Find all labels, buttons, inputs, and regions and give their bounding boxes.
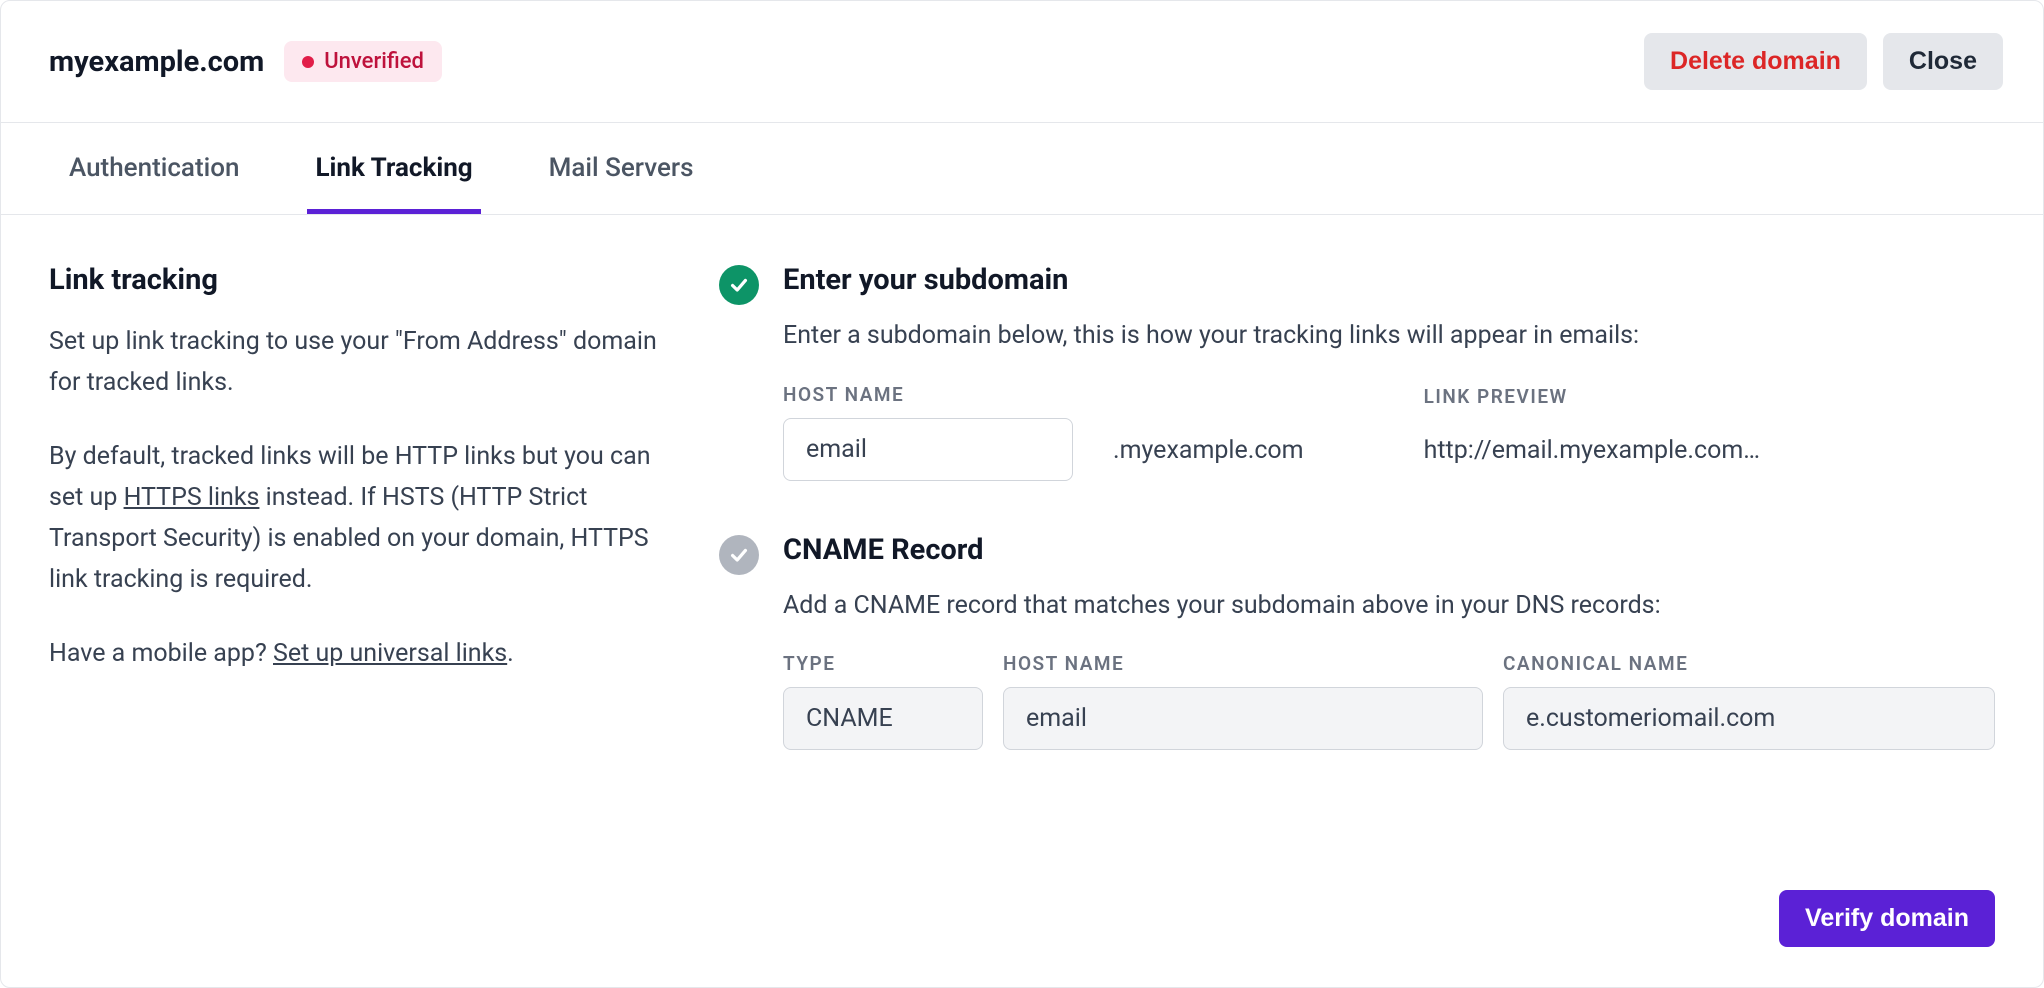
subdomain-field-row: HOST NAME .myexample.com LINK PREVIEW ht… [783, 383, 1995, 481]
link-preview-label: LINK PREVIEW [1424, 385, 1844, 408]
close-button[interactable]: Close [1883, 33, 2003, 90]
tabs: Authentication Link Tracking Mail Server… [1, 123, 2043, 215]
status-dot-icon [302, 56, 314, 68]
https-links-link[interactable]: HTTPS links [124, 483, 260, 512]
universal-links-link[interactable]: Set up universal links [273, 639, 507, 668]
cname-canonical-label: CANONICAL NAME [1503, 652, 1995, 675]
domain-settings-panel: myexample.com Unverified Delete domain C… [0, 0, 2044, 988]
step-cname-title: CNAME Record [783, 533, 1995, 567]
step-subdomain-desc: Enter a subdomain below, this is how you… [783, 317, 1995, 355]
panel-header: myexample.com Unverified Delete domain C… [1, 1, 2043, 123]
status-badge: Unverified [284, 41, 442, 82]
desc-paragraph-3: Have a mobile app? Set up universal link… [49, 633, 659, 674]
verify-domain-button[interactable]: Verify domain [1779, 890, 1995, 947]
step-cname-body: CNAME Record Add a CNAME record that mat… [783, 533, 1995, 751]
cname-type-value[interactable]: CNAME [783, 687, 983, 750]
delete-domain-button[interactable]: Delete domain [1644, 33, 1867, 90]
link-preview-group: LINK PREVIEW http://email.myexample.com… [1424, 385, 1844, 481]
cname-canonical-value[interactable]: e.customeriomail.com [1503, 687, 1995, 750]
cname-type-label: TYPE [783, 652, 983, 675]
footer: Verify domain [719, 890, 1995, 947]
step-subdomain-body: Enter your subdomain Enter a subdomain b… [783, 263, 1995, 481]
sidebar-description: Link tracking Set up link tracking to us… [49, 263, 659, 947]
link-preview-value: http://email.myexample.com… [1424, 420, 1844, 481]
tab-mail-servers[interactable]: Mail Servers [541, 123, 702, 214]
host-name-group: HOST NAME [783, 383, 1073, 481]
content: Link tracking Set up link tracking to us… [1, 215, 2043, 987]
cname-host-label: HOST NAME [1003, 652, 1483, 675]
step-cname: CNAME Record Add a CNAME record that mat… [719, 533, 1995, 751]
domain-name: myexample.com [49, 45, 264, 79]
header-left: myexample.com Unverified [49, 41, 442, 82]
steps-column: Enter your subdomain Enter a subdomain b… [719, 263, 1995, 947]
host-name-input[interactable] [783, 418, 1073, 481]
header-actions: Delete domain Close [1644, 33, 2003, 90]
cname-type-group: TYPE CNAME [783, 652, 983, 750]
cname-canonical-group: CANONICAL NAME e.customeriomail.com [1503, 652, 1995, 750]
domain-suffix: .myexample.com [1113, 436, 1304, 481]
section-heading: Link tracking [49, 263, 659, 297]
step-cname-desc: Add a CNAME record that matches your sub… [783, 587, 1995, 625]
step-subdomain: Enter your subdomain Enter a subdomain b… [719, 263, 1995, 481]
cname-field-row: TYPE CNAME HOST NAME email CANONICAL NAM… [783, 652, 1995, 750]
cname-host-group: HOST NAME email [1003, 652, 1483, 750]
check-circle-icon [719, 265, 759, 305]
step-subdomain-title: Enter your subdomain [783, 263, 1995, 297]
tab-link-tracking[interactable]: Link Tracking [307, 123, 480, 214]
tab-authentication[interactable]: Authentication [61, 123, 247, 214]
cname-host-value[interactable]: email [1003, 687, 1483, 750]
desc-paragraph-2: By default, tracked links will be HTTP l… [49, 436, 659, 601]
desc-paragraph-1: Set up link tracking to use your "From A… [49, 321, 659, 404]
status-badge-label: Unverified [324, 49, 424, 74]
host-name-label: HOST NAME [783, 383, 1073, 406]
check-circle-pending-icon [719, 535, 759, 575]
